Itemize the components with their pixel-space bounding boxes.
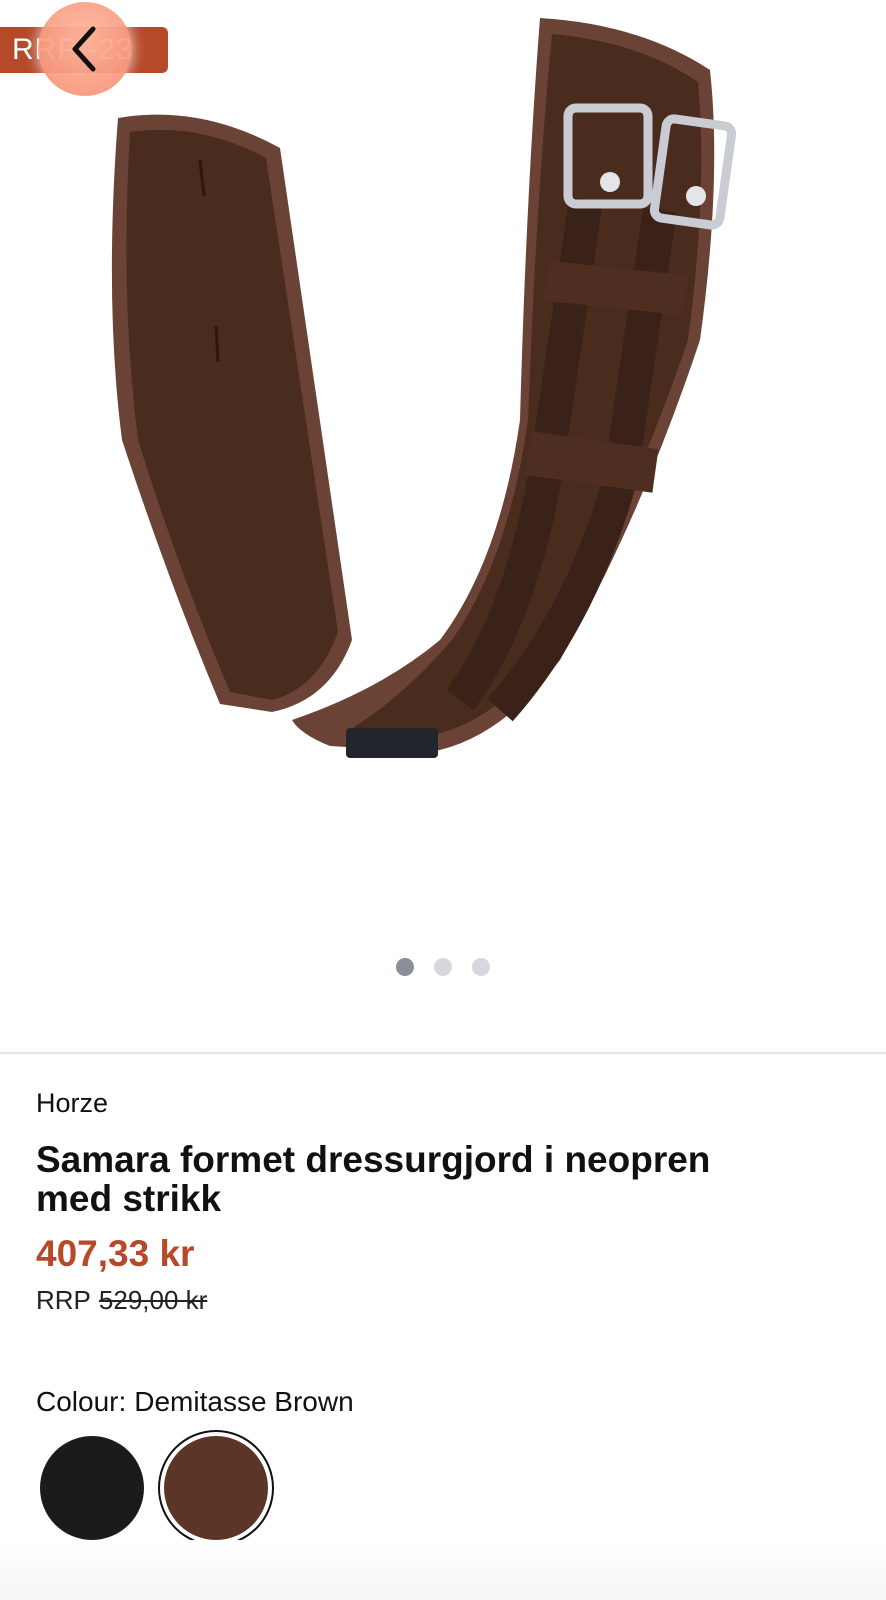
bottom-fade xyxy=(0,1540,886,1600)
chevron-left-icon xyxy=(72,26,96,72)
product-brand[interactable]: Horze xyxy=(36,1088,108,1119)
colour-selected-value: Demitasse Brown xyxy=(134,1386,354,1417)
girth-left-arm xyxy=(111,114,352,713)
rrp-label: RRP xyxy=(36,1285,91,1315)
rrp-row: RRP 529,00 kr xyxy=(36,1285,207,1316)
back-button[interactable] xyxy=(38,2,132,96)
carousel-dot-3[interactable] xyxy=(472,958,490,976)
section-divider xyxy=(0,1052,886,1054)
carousel-dot-1[interactable] xyxy=(396,958,414,976)
rrp-value: 529,00 kr xyxy=(98,1285,208,1315)
product-image xyxy=(111,18,737,758)
product-price: 407,33 kr xyxy=(36,1233,195,1274)
product-image-gallery[interactable]: RRP -23 % xyxy=(0,0,886,1052)
colour-selector-label: Colour: Demitasse Brown xyxy=(36,1386,354,1418)
colour-swatch-black[interactable] xyxy=(40,1436,144,1540)
product-title: Samara formet dressurgjord i neopren med… xyxy=(36,1139,711,1219)
colour-label: Colour: xyxy=(36,1386,127,1417)
carousel-dot-2[interactable] xyxy=(434,958,452,976)
colour-swatch-demitasse-brown[interactable] xyxy=(164,1436,268,1540)
carousel-dots xyxy=(0,958,886,980)
